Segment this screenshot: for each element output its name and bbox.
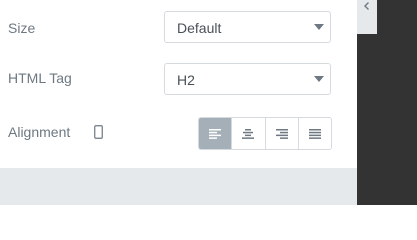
size-select-value: Default (177, 20, 222, 36)
alignment-button-group (198, 117, 332, 150)
panel-footer (0, 168, 357, 205)
mobile-device-icon[interactable] (94, 125, 103, 139)
alignment-label: Alignment (8, 124, 71, 140)
align-center-icon (242, 128, 255, 139)
size-select[interactable]: Default (164, 11, 331, 43)
align-right-button[interactable] (264, 118, 298, 149)
align-center-button[interactable] (231, 118, 264, 149)
align-justify-icon (308, 128, 321, 139)
align-right-icon (275, 128, 288, 139)
settings-panel: Size Default HTML Tag H2 Alignment (0, 0, 357, 205)
chevron-down-icon (314, 24, 324, 30)
chevron-left-icon[interactable] (362, 1, 372, 11)
preview-area (377, 0, 417, 205)
html-tag-select[interactable]: H2 (164, 63, 331, 95)
html-tag-select-value: H2 (177, 72, 195, 88)
align-left-button[interactable] (199, 118, 232, 149)
preview-area-edge (357, 34, 377, 205)
html-tag-label: HTML Tag (8, 70, 72, 86)
chevron-down-icon (314, 76, 324, 82)
align-justify-button[interactable] (297, 118, 331, 149)
size-label: Size (8, 20, 36, 36)
align-left-icon (209, 128, 222, 139)
